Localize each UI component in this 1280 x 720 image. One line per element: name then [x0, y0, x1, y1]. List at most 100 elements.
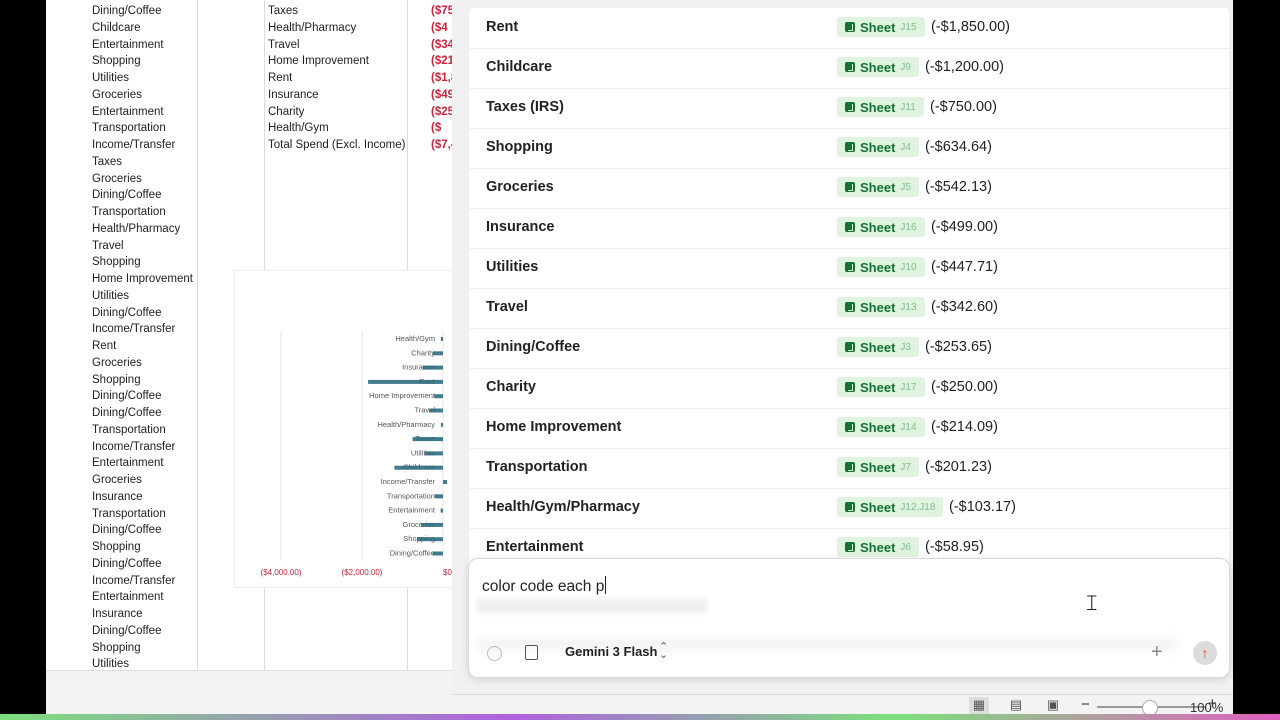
send-button[interactable]: ↑ [1193, 641, 1217, 665]
sheet-cell-category[interactable]: Health/Pharmacy [92, 223, 180, 235]
prompt-box[interactable]: color code each p Gemini 3 Flash ⌃ ⌄ + ↑ [468, 558, 1230, 678]
sheet-cell-category[interactable]: Income/Transfer [92, 575, 175, 587]
summary-value[interactable]: ($21 [431, 55, 452, 67]
sheet-reference-chip[interactable]: Sheet J13 [837, 297, 925, 317]
summary-value[interactable]: ($75 [431, 5, 452, 17]
prompt-input[interactable]: color code each p [482, 576, 607, 596]
sheet-cell-category[interactable]: Home Improvement [92, 273, 193, 285]
chevron-updown-icon[interactable]: ⌃ ⌄ [659, 642, 668, 661]
summary-category[interactable]: Rent [268, 72, 292, 84]
summary-value[interactable]: ($49 [431, 89, 452, 101]
summary-category[interactable]: Travel [268, 39, 300, 51]
sheet-cell-category[interactable]: Dining/Coffee [92, 625, 161, 637]
summary-category[interactable]: Taxes [268, 5, 298, 17]
sheet-cell-category[interactable]: Dining/Coffee [92, 189, 161, 201]
attach-icon[interactable] [525, 645, 538, 660]
sheet-reference-chip[interactable]: Sheet J5 [837, 177, 919, 197]
sheet-cell-category[interactable]: Taxes [92, 156, 122, 168]
sheet-cell-category[interactable]: Entertainment [92, 457, 164, 469]
sheet-cell-category[interactable]: Groceries [92, 474, 142, 486]
sheet-cell-category[interactable]: Dining/Coffee [92, 558, 161, 570]
sheet-cell-category[interactable]: Shopping [92, 374, 141, 386]
sheet-cell-category[interactable]: Travel [92, 240, 124, 252]
sheet-reference-chip[interactable]: Sheet J9 [837, 57, 919, 77]
summary-category[interactable]: Charity [268, 106, 304, 118]
sheet-cell-category[interactable]: Shopping [92, 256, 141, 268]
sheet-cell-category[interactable]: Transportation [92, 206, 166, 218]
sheet-reference-chip[interactable]: Sheet J16 [837, 217, 925, 237]
sheet-reference-chip[interactable]: Sheet J14 [837, 417, 925, 437]
sheet-cell-category[interactable]: Dining/Coffee [92, 524, 161, 536]
sheet-cell-category[interactable]: Groceries [92, 357, 142, 369]
summary-value[interactable]: ($4 [431, 22, 452, 34]
grid-view-icon[interactable]: ▦ [969, 697, 989, 715]
circle-icon[interactable] [487, 646, 502, 661]
sheet-cell-category[interactable]: Transportation [92, 424, 166, 436]
sheet-label: Sheet [860, 339, 896, 355]
page-break-icon[interactable]: ▣ [1043, 697, 1063, 715]
sheet-cell-category[interactable]: Dining/Coffee [92, 307, 161, 319]
chart-bar [443, 480, 448, 484]
sheet-cell-category[interactable]: Entertainment [92, 591, 164, 603]
sheet-cell-category[interactable]: Shopping [92, 541, 141, 553]
sheet-reference-chip[interactable]: Sheet J10 [837, 257, 925, 277]
sheet-cell-category[interactable]: Dining/Coffee [92, 390, 161, 402]
summary-value[interactable]: ($1,85 [431, 72, 452, 84]
sheet-cell-category[interactable]: Shopping [92, 642, 141, 654]
spreadsheet-grid[interactable]: Dining/Coffee Childcare Entertainment Shopp… [46, 0, 454, 670]
sheet-cell-category[interactable]: Income/Transfer [92, 139, 175, 151]
sheet-reference-chip[interactable]: Sheet J17 [837, 377, 925, 397]
summary-value[interactable]: ($25 [431, 106, 452, 118]
sheet-reference-chip[interactable]: Sheet J7 [837, 457, 919, 477]
page-layout-icon[interactable]: ▤ [1006, 697, 1026, 715]
expense-bar-chart[interactable]: ($4,000.00)($2,000.00)$0.00Health/GymCha… [234, 270, 454, 588]
sheet-reference-chip[interactable]: Sheet J15 [837, 17, 925, 37]
summary-category[interactable]: Health/Pharmacy [268, 22, 356, 34]
category-amount: (-$1,200.00) [925, 59, 1004, 75]
sheets-icon [845, 302, 855, 312]
sheet-cell-category[interactable]: Income/Transfer [92, 323, 175, 335]
sheet-reference-chip[interactable]: Sheet J3 [837, 337, 919, 357]
chart-bar [434, 394, 443, 399]
sheet-cell-category[interactable]: Transportation [92, 122, 166, 134]
sheet-cell-category[interactable]: Rent [92, 340, 116, 352]
sheet-cell-category[interactable]: Shopping [92, 55, 141, 67]
summary-category[interactable]: Home Improvement [268, 55, 369, 67]
sheet-reference-chip[interactable]: Sheet J6 [837, 537, 919, 557]
sheet-cell-category[interactable]: Dining/Coffee [92, 5, 161, 17]
summary-value[interactable]: ($34 [431, 39, 452, 51]
sheet-cell-category[interactable]: Utilities [92, 658, 129, 670]
category-amount: (-$447.71) [931, 259, 998, 275]
plus-icon[interactable]: + [1151, 641, 1163, 664]
summary-category[interactable]: Insurance [268, 89, 319, 101]
sheet-reference-chip[interactable]: Sheet J12,J18 [837, 497, 944, 517]
sheet-cell-category[interactable]: Entertainment [92, 106, 164, 118]
sheet-cell-category[interactable]: Childcare [92, 22, 141, 34]
sheet-cell-category[interactable]: Dining/Coffee [92, 407, 161, 419]
grid-line [407, 586, 408, 670]
sheet-cell-category[interactable]: Income/Transfer [92, 441, 175, 453]
model-selector[interactable]: Gemini 3 Flash [565, 644, 657, 659]
summary-value[interactable]: ($7,46 [431, 139, 452, 151]
sheet-label: Sheet [860, 219, 896, 235]
sheet-cell-category[interactable]: Utilities [92, 290, 129, 302]
category-name: Rent [486, 19, 519, 35]
sheet-cell-category[interactable]: Insurance [92, 608, 143, 620]
summary-category[interactable]: Health/Gym [268, 122, 329, 134]
sheet-reference-chip[interactable]: Sheet J4 [837, 137, 919, 157]
summary-value[interactable]: ($ [431, 122, 452, 134]
zoom-out-button[interactable]: − [1081, 696, 1090, 713]
sheet-cell-category[interactable]: Groceries [92, 173, 142, 185]
chart-svg: ($4,000.00)($2,000.00)$0.00Health/GymCha… [261, 331, 453, 577]
sheet-reference-chip[interactable]: Sheet J11 [837, 97, 924, 117]
summary-category[interactable]: Total Spend (Excl. Income) [268, 139, 405, 151]
sheet-cell-category[interactable]: Utilities [92, 72, 129, 84]
category-amount: (-$634.64) [925, 139, 992, 155]
sheet-cell-category[interactable]: Groceries [92, 89, 142, 101]
cell-ref: J4 [900, 141, 911, 153]
sheet-cell-category[interactable]: Transportation [92, 508, 166, 520]
sheet-cell-category[interactable]: Entertainment [92, 39, 164, 51]
sheets-icon [845, 462, 855, 472]
category-amount: (-$750.00) [930, 99, 997, 115]
sheet-cell-category[interactable]: Insurance [92, 491, 143, 503]
